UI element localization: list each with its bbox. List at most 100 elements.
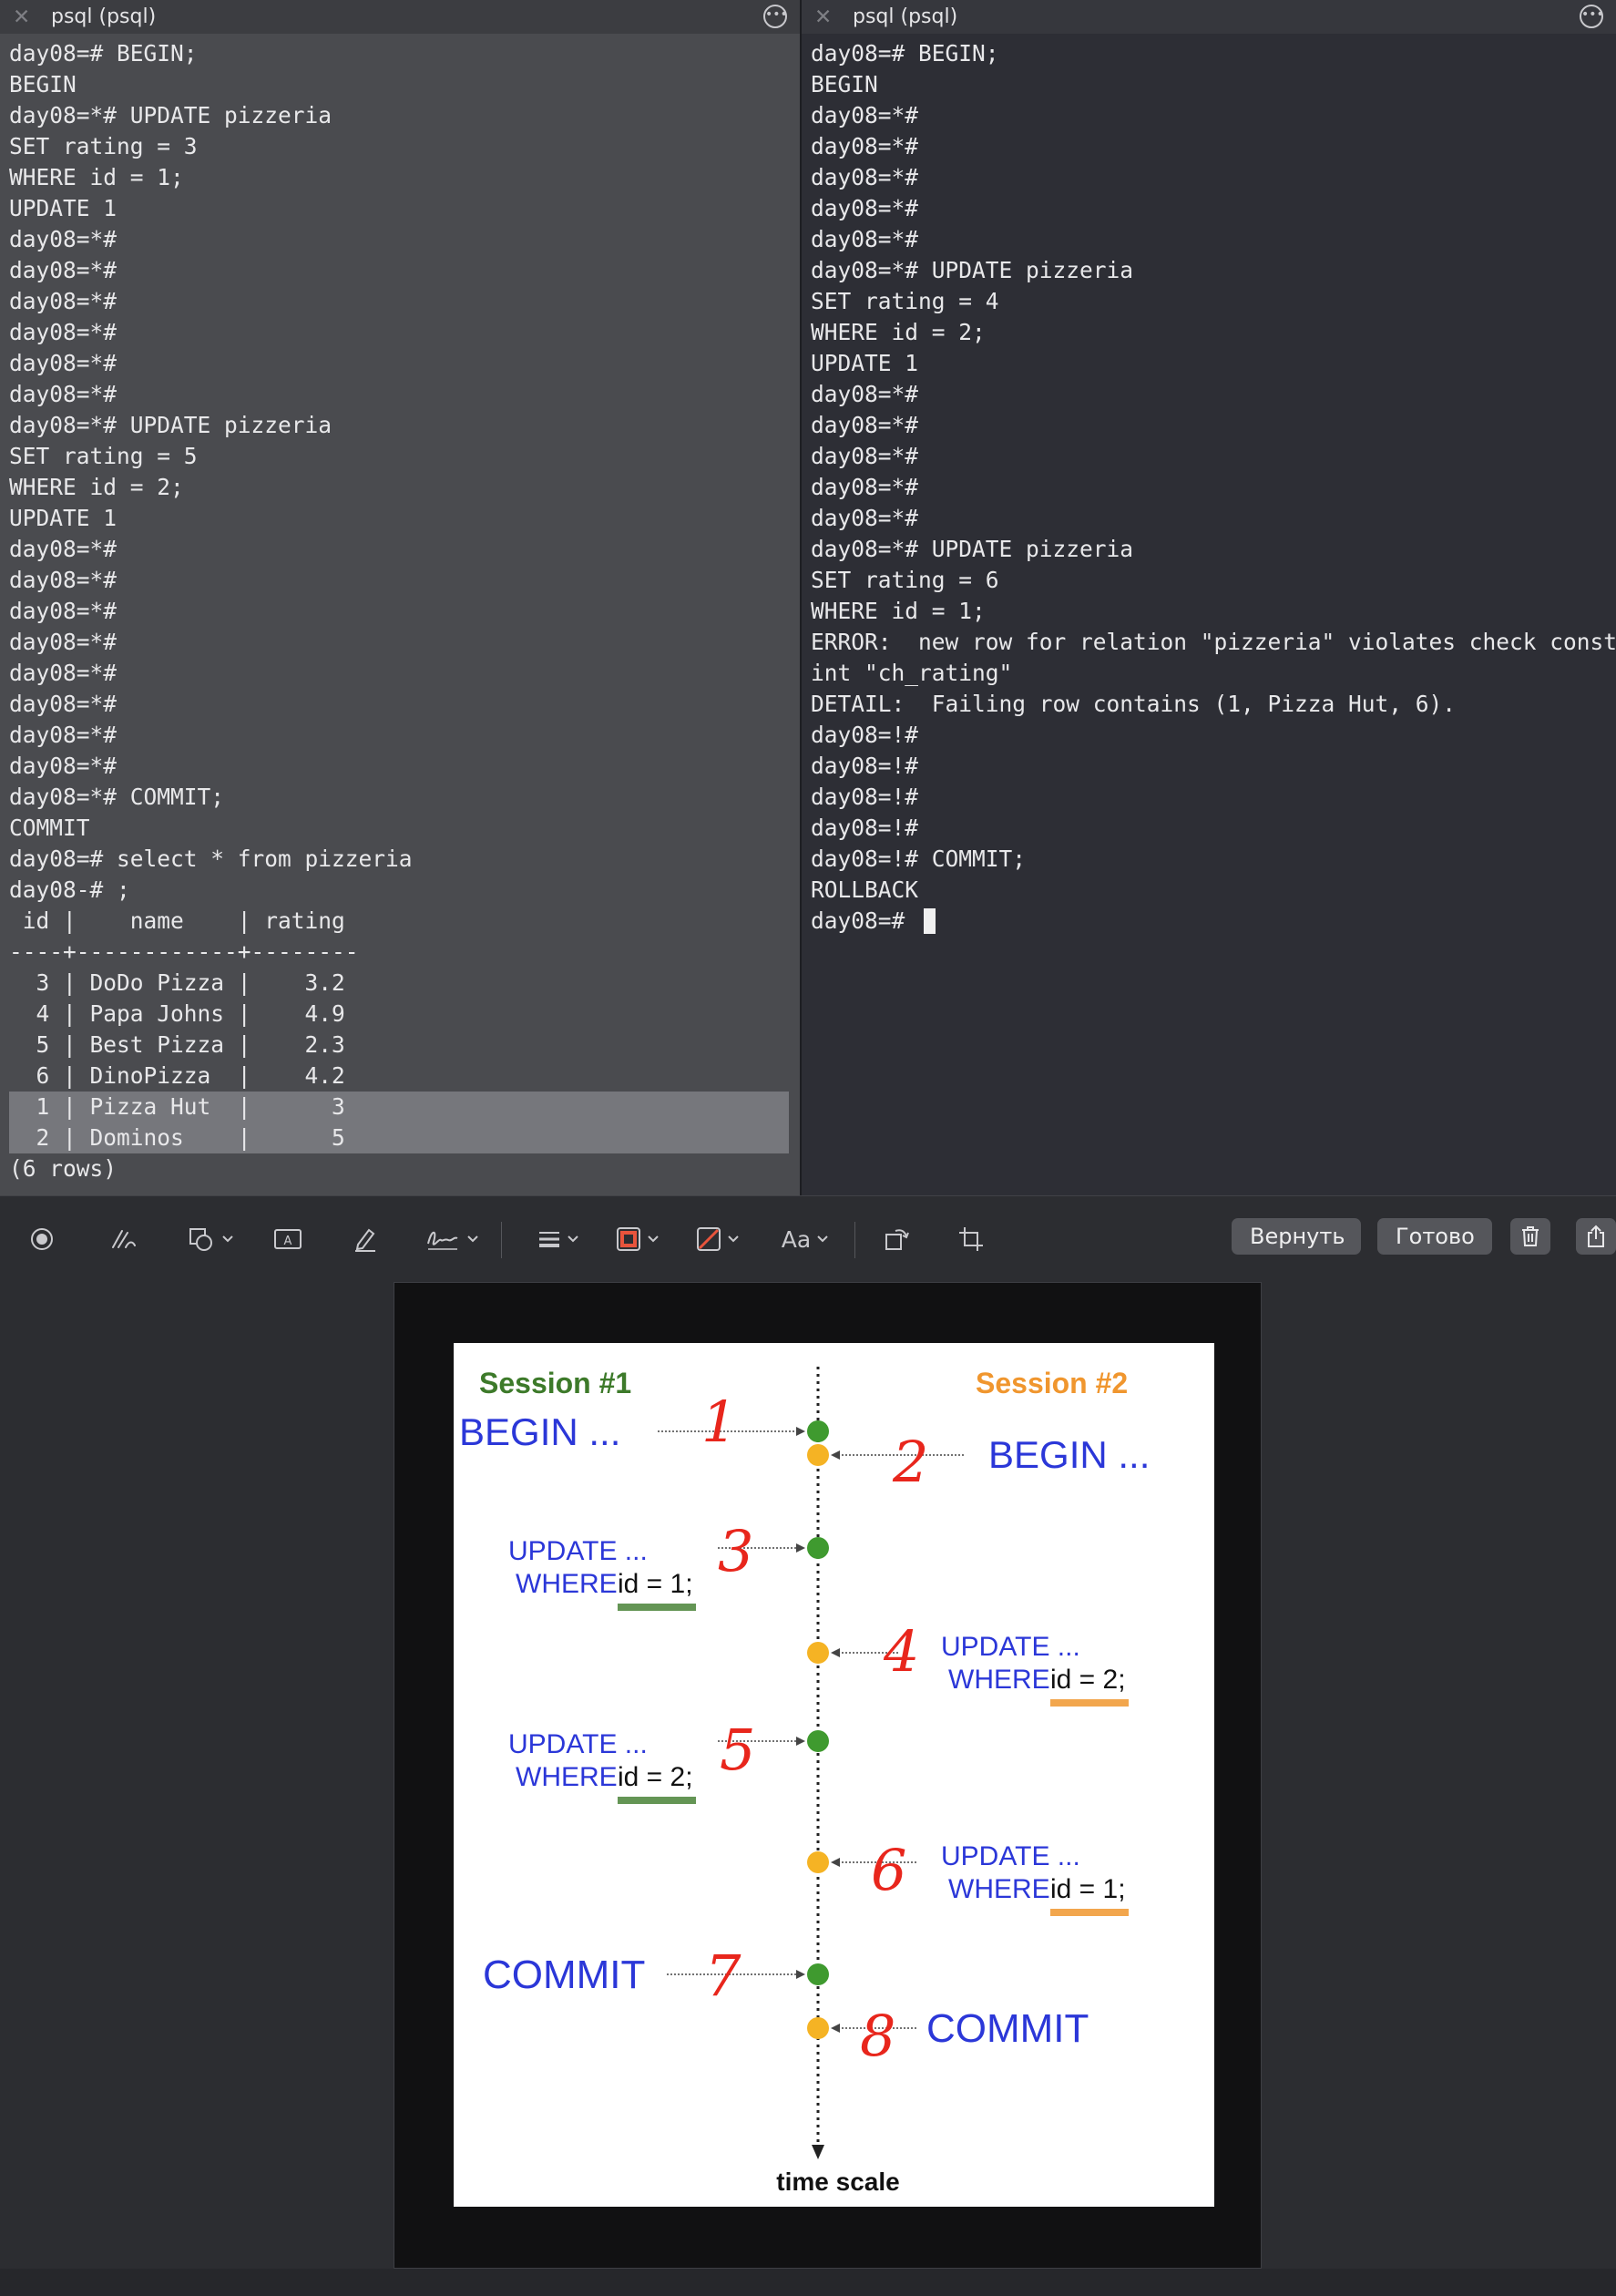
right-terminal-titlebar: ✕ psql (psql) ••• bbox=[802, 0, 1616, 34]
left-terminal-output: day08=# BEGIN; BEGIN day08=*# UPDATE pizze… bbox=[9, 38, 800, 1184]
image-canvas[interactable]: Session #1 Session #2 BEGIN ... BEGIN ..… bbox=[394, 1282, 1262, 2269]
record-icon[interactable] bbox=[26, 1222, 58, 1256]
terminal-line: SET rating = 3 bbox=[9, 133, 198, 159]
terminal-line: WHERE id = 1; bbox=[9, 164, 184, 190]
terminal-line: UPDATE 1 bbox=[9, 195, 118, 221]
session2-label: Session #2 bbox=[976, 1367, 1128, 1399]
terminal-line: int "ch_rating" bbox=[811, 660, 1013, 686]
terminal-line: 4 | Papa Johns | 4.9 bbox=[9, 1000, 345, 1027]
right-terminal-window[interactable]: ✕ psql (psql) ••• day08=# BEGIN; BEGIN day… bbox=[800, 0, 1616, 1195]
left-terminal-title: psql (psql) bbox=[51, 5, 157, 28]
terminal-line: day08=*# bbox=[9, 536, 118, 562]
terminal-line: (6 rows) bbox=[9, 1155, 118, 1182]
step-number-6: 6 bbox=[871, 1837, 906, 1903]
s2-begin-dot bbox=[807, 1444, 829, 1466]
terminal-line: day08=*# COMMIT; bbox=[9, 784, 225, 810]
terminal-line: 2 | Dominos | 5 bbox=[9, 1122, 800, 1153]
s2-lock-mark bbox=[1050, 1699, 1129, 1707]
s1-update1-line1: UPDATE ... bbox=[508, 1536, 648, 1566]
s2-update2-cond: id = 1; bbox=[1050, 1874, 1126, 1904]
s1-update1-where: WHERE bbox=[516, 1569, 618, 1599]
s1-update2-dot bbox=[807, 1730, 829, 1752]
terminal-line: ----+------------+-------- bbox=[9, 938, 359, 965]
shapes-icon[interactable] bbox=[182, 1222, 239, 1256]
time-axis-arrowhead bbox=[812, 2145, 824, 2159]
terminal-line: day08=*# bbox=[9, 257, 118, 283]
terminal-line: day08=*# bbox=[811, 195, 919, 221]
arrowhead bbox=[831, 1450, 840, 1460]
sketch-icon[interactable] bbox=[106, 1222, 142, 1256]
terminal-line: id | name | rating bbox=[9, 907, 345, 934]
fill-color-icon[interactable] bbox=[690, 1222, 745, 1256]
terminal-line: day08=*# UPDATE pizzeria bbox=[9, 102, 332, 128]
terminal-line: day08=*# UPDATE pizzeria bbox=[811, 536, 1134, 562]
line-style-icon[interactable] bbox=[532, 1222, 585, 1256]
done-button[interactable]: Готово bbox=[1377, 1218, 1492, 1255]
s2-lock-mark bbox=[1050, 1909, 1129, 1916]
s2-update2-where: WHERE bbox=[948, 1874, 1050, 1904]
text-box-icon[interactable]: A bbox=[271, 1222, 304, 1256]
terminal-line: day08=*# bbox=[9, 753, 118, 779]
terminal-line: day08=*# bbox=[9, 629, 118, 655]
font-icon[interactable]: Aa bbox=[776, 1222, 834, 1256]
terminal-line: day08=*# bbox=[9, 381, 118, 407]
terminal-prompt-line[interactable]: day08=# bbox=[811, 906, 1616, 937]
arrowhead bbox=[796, 1427, 805, 1436]
signature-icon[interactable] bbox=[421, 1222, 483, 1256]
s1-lock-mark bbox=[618, 1604, 696, 1611]
terminal-line: day08=*# UPDATE pizzeria bbox=[811, 257, 1134, 283]
s1-commit-dot bbox=[807, 1963, 829, 1985]
s2-begin-text: BEGIN ... bbox=[988, 1433, 1150, 1476]
terminal-line: BEGIN bbox=[9, 71, 77, 97]
arrowhead bbox=[831, 1858, 840, 1867]
terminal-line: WHERE id = 2; bbox=[9, 474, 184, 500]
terminal-line: 5 | Best Pizza | 2.3 bbox=[9, 1031, 345, 1058]
rotate-icon[interactable] bbox=[880, 1222, 913, 1256]
arrowhead bbox=[831, 1648, 840, 1657]
highlight-icon[interactable] bbox=[348, 1222, 383, 1256]
crop-icon[interactable] bbox=[955, 1222, 987, 1256]
arrowhead bbox=[796, 1543, 805, 1553]
terminal-line: day08=*# UPDATE pizzeria bbox=[9, 412, 332, 438]
terminal-line: day08=!# bbox=[811, 784, 919, 810]
terminal-line: day08=!# bbox=[811, 815, 919, 841]
terminal-line: day08=*# bbox=[9, 567, 118, 593]
s1-commit-text: COMMIT bbox=[483, 1953, 645, 1997]
terminal-line: day08=*# bbox=[9, 350, 118, 376]
share-button[interactable] bbox=[1576, 1218, 1616, 1255]
border-color-icon[interactable] bbox=[610, 1222, 665, 1256]
right-terminal-output: day08=# BEGIN; BEGIN day08=*# day08=*# day08… bbox=[811, 38, 1616, 937]
terminal-line: day08=*# bbox=[9, 598, 118, 624]
left-terminal-window[interactable]: ✕ psql (psql) ••• day08=# BEGIN; BEGIN day… bbox=[0, 0, 800, 1195]
trash-button[interactable] bbox=[1510, 1218, 1550, 1255]
svg-text:A: A bbox=[284, 1235, 292, 1248]
terminal-line: day08=*# bbox=[811, 381, 919, 407]
more-options-icon[interactable]: ••• bbox=[1580, 5, 1604, 28]
step-number-2: 2 bbox=[892, 1429, 928, 1495]
terminal-line: day08=*# bbox=[811, 474, 919, 500]
session1-label: Session #1 bbox=[479, 1367, 631, 1399]
close-tab-icon[interactable]: ✕ bbox=[0, 5, 33, 29]
close-tab-icon[interactable]: ✕ bbox=[802, 5, 834, 29]
toolbar-divider bbox=[501, 1222, 502, 1258]
terminal-line: ROLLBACK bbox=[811, 876, 919, 903]
step-number-8: 8 bbox=[860, 2003, 895, 2069]
diagram-svg: Session #1 Session #2 BEGIN ... BEGIN ..… bbox=[459, 1367, 1150, 2196]
s2-update1-dot bbox=[807, 1642, 829, 1664]
right-terminal-title: psql (psql) bbox=[853, 5, 958, 28]
s1-begin-dot bbox=[807, 1420, 829, 1442]
arrowhead bbox=[796, 1737, 805, 1746]
terminal-line: day08=*# bbox=[811, 133, 919, 159]
s1-update2-where: WHERE bbox=[516, 1762, 618, 1792]
terminal-line: 6 | DinoPizza | 4.2 bbox=[9, 1062, 345, 1089]
revert-button[interactable]: Вернуть bbox=[1232, 1218, 1361, 1255]
s1-update1-cond: id = 1; bbox=[618, 1569, 693, 1599]
s2-update1-cond: id = 2; bbox=[1050, 1665, 1126, 1695]
more-options-icon[interactable]: ••• bbox=[763, 5, 788, 28]
transaction-diagram: Session #1 Session #2 BEGIN ... BEGIN ..… bbox=[454, 1343, 1214, 2207]
terminal-line: day08=!# COMMIT; bbox=[811, 846, 1027, 872]
terminal-line: WHERE id = 2; bbox=[811, 319, 986, 345]
terminal-line: SET rating = 6 bbox=[811, 567, 999, 593]
s2-commit-dot bbox=[807, 2017, 829, 2039]
step-number-4: 4 bbox=[883, 1618, 919, 1685]
